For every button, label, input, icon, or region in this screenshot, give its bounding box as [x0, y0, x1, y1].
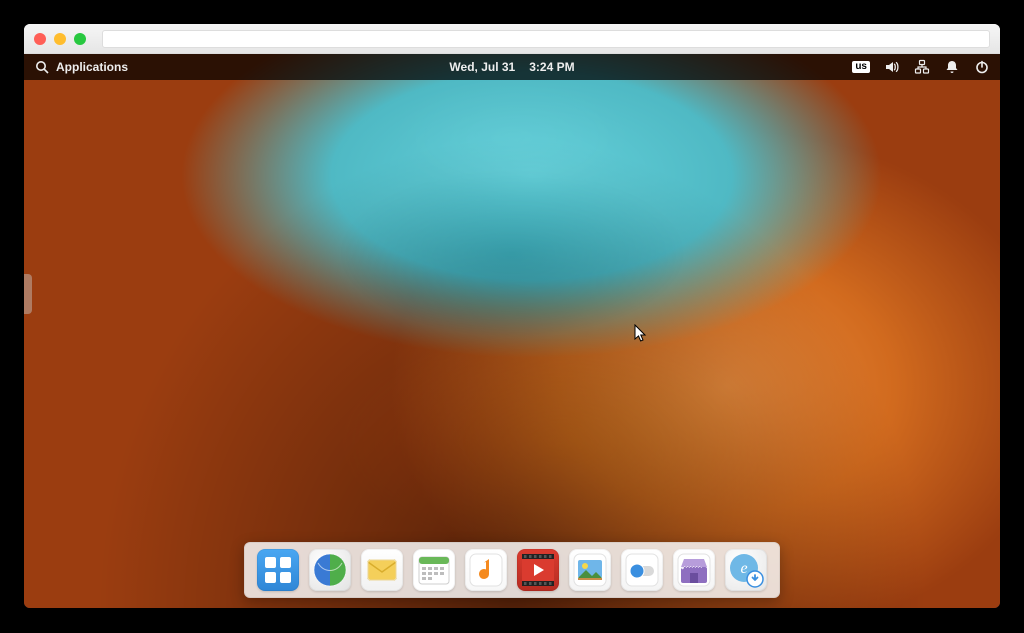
volume-icon[interactable]: [884, 59, 900, 75]
mouse-cursor: [634, 324, 648, 344]
window-address-bar[interactable]: [102, 30, 990, 48]
window-titlebar: [24, 24, 1000, 54]
window-minimize-button[interactable]: [54, 33, 66, 45]
svg-text:e: e: [740, 560, 747, 577]
applications-label: Applications: [56, 60, 128, 74]
workspace-switcher-handle[interactable]: [24, 274, 32, 314]
dock: e: [244, 542, 780, 598]
dock-photos[interactable]: [569, 549, 611, 591]
window-close-button[interactable]: [34, 33, 46, 45]
window-zoom-button[interactable]: [74, 33, 86, 45]
power-icon[interactable]: [974, 59, 990, 75]
desktop-area[interactable]: Applications Wed, Jul 31 3:24 PM us: [24, 54, 1000, 608]
clock-time[interactable]: 3:24 PM: [529, 60, 574, 74]
macos-window-frame: Applications Wed, Jul 31 3:24 PM us: [24, 24, 1000, 608]
dock-app-center[interactable]: [673, 549, 715, 591]
notifications-bell-icon[interactable]: [944, 59, 960, 75]
applications-menu-button[interactable]: Applications: [34, 59, 128, 75]
dock-system-settings[interactable]: [621, 549, 663, 591]
dock-mail[interactable]: [361, 549, 403, 591]
dock-web-browser[interactable]: [309, 549, 351, 591]
network-icon[interactable]: [914, 59, 930, 75]
wingpanel: Applications Wed, Jul 31 3:24 PM us: [24, 54, 1000, 80]
keyboard-layout-indicator[interactable]: us: [852, 61, 870, 73]
dock-calendar[interactable]: [413, 549, 455, 591]
search-icon: [34, 59, 50, 75]
dock-videos[interactable]: [517, 549, 559, 591]
dock-music[interactable]: [465, 549, 507, 591]
clock-date[interactable]: Wed, Jul 31: [449, 60, 515, 74]
desktop-wallpaper: [24, 54, 1000, 608]
dock-multitasking-view[interactable]: [257, 549, 299, 591]
dock-installer[interactable]: e: [725, 549, 767, 591]
